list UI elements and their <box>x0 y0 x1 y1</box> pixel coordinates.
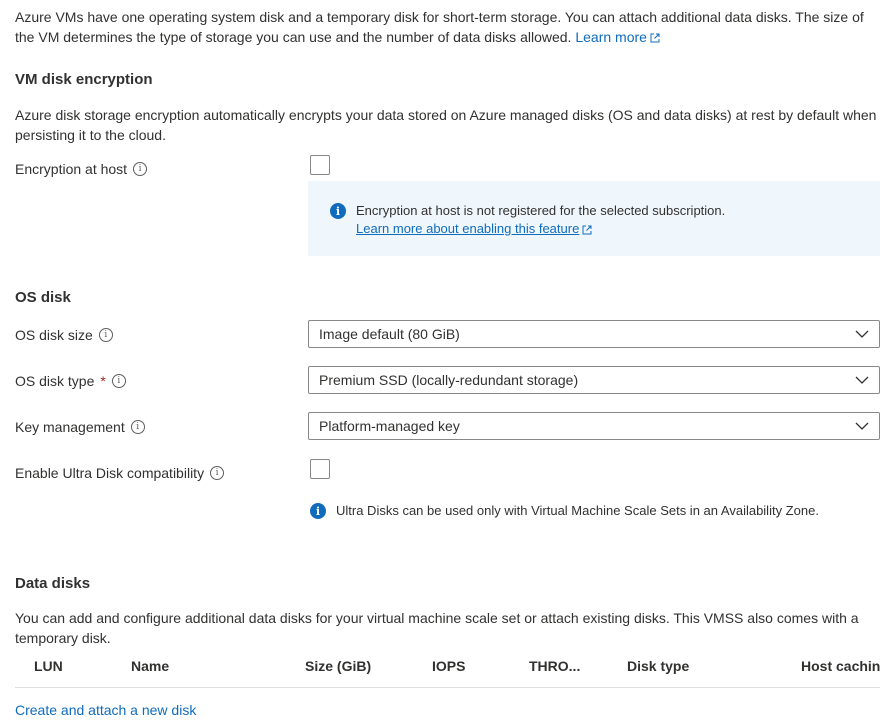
info-tooltip-icon[interactable]: i <box>98 328 113 342</box>
required-asterisk: * <box>100 373 106 389</box>
os-disk-size-value: Image default (80 GiB) <box>319 326 460 342</box>
os-disk-heading: OS disk <box>15 289 71 306</box>
encryption-description: Azure disk storage encryption automatica… <box>15 107 877 143</box>
ultra-disk-label: Enable Ultra Disk compatibility i <box>15 463 225 483</box>
table-divider <box>15 687 880 688</box>
chevron-down-icon <box>855 376 869 384</box>
info-tooltip-icon[interactable]: i <box>210 466 225 480</box>
info-filled-icon: i <box>330 203 346 219</box>
intro-paragraph: Azure VMs have one operating system disk… <box>15 7 885 47</box>
learn-more-link[interactable]: Learn more <box>575 29 660 45</box>
data-disks-heading: Data disks <box>15 575 91 592</box>
os-disk-type-dropdown[interactable]: Premium SSD (locally-redundant storage) <box>308 366 880 394</box>
vm-disk-encryption-heading: VM disk encryption <box>15 71 153 88</box>
info-tooltip-icon[interactable]: i <box>133 162 148 176</box>
key-management-label: Key management i <box>15 417 145 437</box>
os-disk-type-value: Premium SSD (locally-redundant storage) <box>319 372 579 388</box>
info-tooltip-icon[interactable]: i <box>130 420 145 434</box>
encryption-at-host-label: Encryption at host i <box>15 159 148 179</box>
os-disk-size-dropdown[interactable]: Image default (80 GiB) <box>308 320 880 348</box>
info-filled-icon: i <box>310 503 326 519</box>
column-header-name[interactable]: Name <box>131 658 169 674</box>
key-management-value: Platform-managed key <box>319 418 460 434</box>
column-header-host-caching[interactable]: Host cachin <box>801 658 880 674</box>
ultra-disk-info-text: Ultra Disks can be used only with Virtua… <box>336 503 819 518</box>
create-attach-disk-link[interactable]: Create and attach a new disk <box>15 702 196 718</box>
column-header-lun[interactable]: LUN <box>34 658 63 674</box>
chevron-down-icon <box>855 330 869 338</box>
external-link-icon <box>650 33 660 43</box>
encryption-at-host-checkbox[interactable] <box>310 155 330 175</box>
encryption-info-text: Encryption at host is not registered for… <box>356 203 726 218</box>
enable-feature-link[interactable]: Learn more about enabling this feature <box>356 220 592 238</box>
column-header-iops[interactable]: IOPS <box>432 658 465 674</box>
column-header-size[interactable]: Size (GiB) <box>305 658 371 674</box>
os-disk-type-label: OS disk type * i <box>15 371 126 391</box>
key-management-dropdown[interactable]: Platform-managed key <box>308 412 880 440</box>
ultra-disk-checkbox[interactable] <box>310 459 330 479</box>
external-link-icon <box>582 225 592 235</box>
data-disks-description: You can add and configure additional dat… <box>15 610 859 646</box>
chevron-down-icon <box>855 422 869 430</box>
intro-text: Azure VMs have one operating system disk… <box>15 9 864 45</box>
encryption-info-box: i Encryption at host is not registered f… <box>308 181 880 256</box>
os-disk-size-label: OS disk size i <box>15 325 113 345</box>
info-tooltip-icon[interactable]: i <box>111 374 126 388</box>
column-header-disk-type[interactable]: Disk type <box>627 658 689 674</box>
column-header-throughput[interactable]: THRO... <box>529 658 580 674</box>
